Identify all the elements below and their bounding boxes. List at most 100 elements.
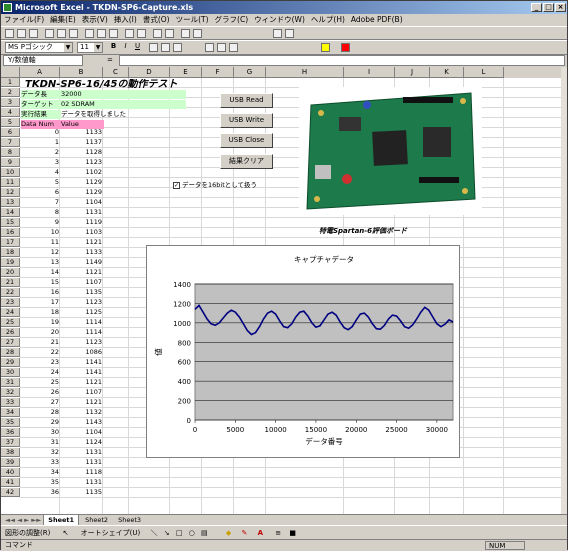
- cell-data-num[interactable]: 2: [21, 148, 59, 157]
- cell-data-num[interactable]: 28: [21, 408, 59, 417]
- pdf-mail-icon[interactable]: [285, 29, 294, 38]
- menu-edit[interactable]: 編集(E): [47, 14, 79, 26]
- cell-data-num[interactable]: 13: [21, 258, 59, 267]
- row-header-36[interactable]: 36: [1, 428, 20, 437]
- percent-icon[interactable]: [217, 43, 226, 52]
- underline-icon[interactable]: U: [133, 43, 142, 52]
- arrow-icon[interactable]: ↘: [160, 529, 170, 537]
- autoshape-menu[interactable]: オートシェイプ(U): [71, 529, 141, 537]
- cell-data-num[interactable]: 23: [21, 358, 59, 367]
- row-header-25[interactable]: 25: [1, 318, 20, 327]
- row-header-29[interactable]: 29: [1, 358, 20, 367]
- name-box[interactable]: Y/数値軸: [3, 55, 83, 66]
- row-header-26[interactable]: 26: [1, 328, 20, 337]
- cell-data-num[interactable]: 6: [21, 188, 59, 197]
- value-result[interactable]: データを取得しました: [61, 110, 186, 119]
- row-header-13[interactable]: 13: [1, 198, 20, 207]
- cell-value[interactable]: 1121: [61, 378, 102, 387]
- cell-value[interactable]: 1121: [61, 398, 102, 407]
- cell-value[interactable]: 1129: [61, 188, 102, 197]
- close-button[interactable]: ×: [555, 3, 566, 12]
- row-header-24[interactable]: 24: [1, 308, 20, 317]
- cell-value[interactable]: 1149: [61, 258, 102, 267]
- row-header-18[interactable]: 18: [1, 248, 20, 257]
- undo-icon[interactable]: [125, 29, 134, 38]
- chart-wizard-icon[interactable]: [181, 29, 190, 38]
- row-header-39[interactable]: 39: [1, 458, 20, 467]
- cell-value[interactable]: 1137: [61, 138, 102, 147]
- minimize-button[interactable]: _: [531, 3, 542, 12]
- text-color-icon[interactable]: A: [250, 529, 263, 537]
- print-icon[interactable]: [45, 29, 54, 38]
- row-header-22[interactable]: 22: [1, 288, 20, 297]
- menu-window[interactable]: ウィンドウ(W): [251, 14, 308, 26]
- row-header-11[interactable]: 11: [1, 178, 20, 187]
- usb-read-button[interactable]: USB Read: [220, 93, 273, 108]
- label-data-length[interactable]: データ長: [21, 90, 61, 99]
- font-color-icon[interactable]: [341, 43, 350, 52]
- cell-data-num[interactable]: 10: [21, 228, 59, 237]
- oval-icon[interactable]: ○: [185, 529, 195, 537]
- row-header-7[interactable]: 7: [1, 138, 20, 147]
- row-header-1[interactable]: 1: [1, 78, 20, 87]
- fill-color-icon[interactable]: [321, 43, 330, 52]
- usb-write-button[interactable]: USB Write: [220, 113, 273, 128]
- cell-value[interactable]: 1129: [61, 178, 102, 187]
- cell-value[interactable]: 1133: [61, 248, 102, 257]
- cell-data-num[interactable]: 17: [21, 298, 59, 307]
- cell-data-num[interactable]: 3: [21, 158, 59, 167]
- clear-results-button[interactable]: 結果クリア: [220, 154, 273, 169]
- cell-value[interactable]: 1123: [61, 338, 102, 347]
- cell-value[interactable]: 1103: [61, 228, 102, 237]
- cell-data-num[interactable]: 16: [21, 288, 59, 297]
- italic-icon[interactable]: I: [121, 43, 130, 52]
- pdf-icon[interactable]: [273, 29, 282, 38]
- cell-value[interactable]: 1107: [61, 278, 102, 287]
- cell-value[interactable]: 1131: [61, 208, 102, 217]
- cell-value[interactable]: 1121: [61, 238, 102, 247]
- cell-value[interactable]: 1114: [61, 328, 102, 337]
- cell-value[interactable]: 1133: [61, 128, 102, 137]
- row-header-3[interactable]: 3: [1, 98, 20, 107]
- row-header-32[interactable]: 32: [1, 388, 20, 397]
- row-header-35[interactable]: 35: [1, 418, 20, 427]
- cell-value[interactable]: 1125: [61, 308, 102, 317]
- cell-value[interactable]: 1132: [61, 408, 102, 417]
- worksheet[interactable]: ABCDEFGHIJKL 1 2 3 4 5 6 7 8 9 10 11 12 13 14 15 16 17 18…: [1, 67, 561, 514]
- cell-value[interactable]: 1104: [61, 428, 102, 437]
- spelling-icon[interactable]: [69, 29, 78, 38]
- cell-value[interactable]: 1104: [61, 198, 102, 207]
- row-header-8[interactable]: 8: [1, 148, 20, 157]
- select-all-corner[interactable]: [1, 67, 20, 78]
- cell-data-num[interactable]: 33: [21, 458, 59, 467]
- column-header-i[interactable]: I: [344, 67, 395, 78]
- cell-value[interactable]: 1123: [61, 298, 102, 307]
- drawing-icon[interactable]: [193, 29, 202, 38]
- print-preview-icon[interactable]: [57, 29, 66, 38]
- cell-data-num[interactable]: 5: [21, 178, 59, 187]
- row-header-12[interactable]: 12: [1, 188, 20, 197]
- bold-icon[interactable]: B: [109, 43, 118, 52]
- cell-data-num[interactable]: 8: [21, 208, 59, 217]
- cell-data-num[interactable]: 22: [21, 348, 59, 357]
- usb-close-button[interactable]: USB Close: [220, 133, 273, 148]
- row-header-27[interactable]: 27: [1, 338, 20, 347]
- vertical-scrollbar[interactable]: [561, 67, 567, 514]
- row-header-16[interactable]: 16: [1, 228, 20, 237]
- menu-tools[interactable]: ツール(T): [173, 14, 212, 26]
- cell-data-num[interactable]: 7: [21, 198, 59, 207]
- cell-data-num[interactable]: 30: [21, 428, 59, 437]
- cell-data-num[interactable]: 19: [21, 318, 59, 327]
- cell-data-num[interactable]: 27: [21, 398, 59, 407]
- menu-help[interactable]: ヘルプ(H): [308, 14, 348, 26]
- column-header-k[interactable]: K: [430, 67, 464, 78]
- row-header-9[interactable]: 9: [1, 158, 20, 167]
- line-style-icon[interactable]: ≡: [265, 529, 281, 537]
- cell-value[interactable]: 1131: [61, 478, 102, 487]
- textbox-icon[interactable]: ▤: [197, 529, 208, 537]
- cell-data-num[interactable]: 24: [21, 368, 59, 377]
- row-header-17[interactable]: 17: [1, 238, 20, 247]
- cell-value[interactable]: 1119: [61, 218, 102, 227]
- rectangle-icon[interactable]: □: [172, 529, 183, 537]
- copy-icon[interactable]: [97, 29, 106, 38]
